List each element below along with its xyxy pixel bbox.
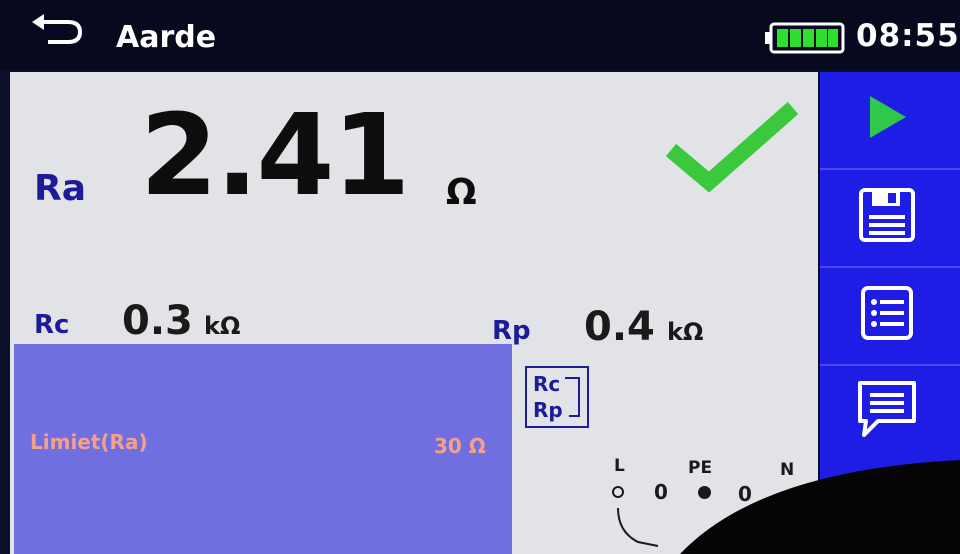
sidebar-divider [820,266,960,268]
save-button[interactable] [850,182,924,248]
check-icon [665,102,799,192]
ra-label: Ra [34,168,87,209]
probe-bracket-icon [565,377,580,417]
rc-value: 0.3 [122,298,193,344]
clock: 08:55 [856,18,960,54]
save-icon [859,188,915,242]
ra-value: 2.41 [140,91,410,221]
sidebar-divider [820,364,960,366]
start-button[interactable] [850,84,924,150]
play-icon [870,96,906,138]
back-arrow-icon [32,14,83,44]
ra-unit: Ω [446,172,477,213]
rc-rp-toggle-button[interactable]: Rc Rp [525,366,589,428]
screen-title: Aarde [116,20,217,55]
battery-icon [765,22,845,54]
terminal-l-dot [612,486,624,498]
back-button[interactable] [28,14,86,48]
rc-label: Rc [34,310,70,340]
rc-unit: kΩ [204,312,241,340]
limit-label: Limiet(Ra) [30,430,148,454]
test-cable [680,460,960,554]
rp-value: 0.4 [584,304,655,350]
limit-panel[interactable]: Limiet(Ra) 30 Ω [14,344,512,554]
top-bar: Aarde 08:55 [0,0,960,70]
rp-label: Rp [492,316,531,346]
sidebar-divider [820,168,960,170]
list-icon [861,286,913,340]
rp-unit: kΩ [667,318,704,346]
limit-value: 30 Ω [434,434,486,458]
terminal-l-label: L [614,456,625,476]
list-button[interactable] [850,280,924,346]
